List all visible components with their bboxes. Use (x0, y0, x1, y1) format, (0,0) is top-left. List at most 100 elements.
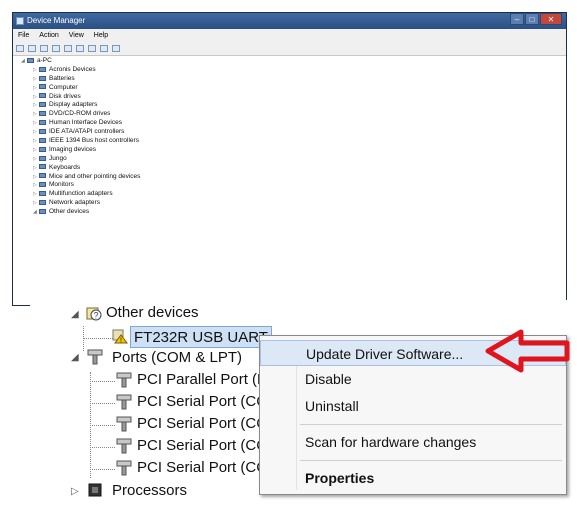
port-item[interactable]: PCI Serial Port (CC (137, 435, 267, 457)
tree-item[interactable]: ▷ Batteries (13, 75, 566, 84)
dvd-icon (39, 111, 46, 117)
menu-view[interactable]: View (64, 29, 89, 42)
menu-file[interactable]: File (13, 29, 34, 42)
tree-item[interactable]: ▷ Jungo (13, 155, 566, 164)
tree-item-label: Batteries (49, 74, 75, 82)
device-manager-window: Device Manager – □ ✕ File Action View He… (12, 12, 567, 306)
warning-device-icon: ! (112, 329, 128, 345)
unknown-device-icon: ? (86, 307, 102, 321)
monitor-icon (39, 182, 46, 188)
tree-root-label: a-PC (37, 57, 52, 64)
tree-item[interactable]: ▷ Display adapters (13, 101, 566, 110)
tree-item[interactable]: ▷ Disk drives (13, 93, 566, 102)
tree-item-label: Other devices (49, 208, 90, 216)
tree-item[interactable]: ▷ DVD/CD-ROM drives (13, 110, 566, 119)
keyboard-icon (39, 164, 46, 170)
imaging-icon (39, 146, 46, 152)
collapse-icon[interactable]: ◢ (71, 352, 79, 363)
update-driver-icon[interactable] (76, 45, 84, 52)
ft232r-usb-uart-item[interactable]: FT232R USB UART (130, 326, 272, 348)
tree-item[interactable]: ▷ Multifunction adapters (13, 190, 566, 199)
port-icon (116, 416, 132, 432)
tree-item[interactable]: ▷ Keyboards (13, 164, 566, 173)
menu-bar: File Action View Help (13, 29, 566, 42)
computer-icon (27, 57, 34, 63)
port-icon (116, 394, 132, 410)
expand-icon[interactable]: ▷ (71, 486, 79, 497)
disable-icon[interactable] (100, 45, 108, 52)
tree-item-label: DVD/CD-ROM drives (49, 110, 111, 118)
processors-category[interactable]: Processors (112, 480, 187, 502)
computer-icon (39, 84, 46, 90)
disk-icon (39, 93, 46, 99)
uninstall-menu-item[interactable]: Uninstall (260, 393, 566, 419)
tree-item[interactable]: ▷ Network adapters (13, 199, 566, 208)
tree-item-label: Computer (49, 83, 78, 91)
tree-item-label: Keyboards (49, 163, 81, 171)
port-icon (116, 372, 132, 388)
tree-item[interactable]: ▷ IEEE 1394 Bus host controllers (13, 137, 566, 146)
scan-hardware-changes-menu-item[interactable]: Scan for hardware changes (260, 429, 566, 455)
port-item[interactable]: PCI Serial Port (CC (137, 413, 267, 435)
menu-action[interactable]: Action (34, 29, 63, 42)
svg-text:?: ? (93, 311, 98, 321)
port-item[interactable]: PCI Serial Port (CC (137, 391, 267, 413)
tree-item-label: Imaging devices (49, 145, 96, 153)
menu-help[interactable]: Help (89, 29, 113, 42)
collapse-icon[interactable]: ◢ (71, 309, 79, 320)
show-hide-tree-icon[interactable] (40, 45, 48, 52)
tree-root[interactable]: ◢ a-PC (13, 57, 566, 66)
tree-item[interactable]: ▷ Human Interface Devices (13, 119, 566, 128)
tree-item-label: Jungo (49, 154, 67, 162)
port-icon (116, 438, 132, 454)
device-tree: ◢ a-PC ▷ Acronis Devices ▷ Batteries ▷ Compu… (13, 56, 566, 217)
ports-category[interactable]: Ports (COM & LPT) (112, 347, 242, 369)
multifunction-icon (39, 191, 46, 197)
toolbar (13, 42, 566, 56)
ide-icon (39, 128, 46, 134)
tree-item-label: IEEE 1394 Bus host controllers (49, 137, 139, 145)
tree-item[interactable]: ▷ Monitors (13, 181, 566, 190)
red-arrow-icon (485, 329, 570, 373)
device-icon (39, 66, 46, 72)
svg-text:!: ! (120, 338, 122, 345)
tree-item-label: Display adapters (49, 101, 98, 109)
ieee1394-icon (39, 137, 46, 143)
port-item[interactable]: PCI Parallel Port (L (137, 369, 265, 391)
tree-item-label: Acronis Devices (49, 65, 96, 73)
jungo-icon (39, 155, 46, 161)
other-devices-label[interactable]: Other devices (106, 302, 199, 324)
maximize-button[interactable]: □ (525, 13, 539, 25)
tree-item[interactable]: ▷ Imaging devices (13, 146, 566, 155)
display-icon (39, 102, 46, 108)
mouse-icon (39, 173, 46, 179)
unknown-device-icon (39, 208, 46, 214)
tree-item[interactable]: ▷ IDE ATA/ATAPI controllers (13, 128, 566, 137)
title-bar: Device Manager – □ ✕ (13, 13, 566, 29)
tree-item-label: Network adapters (49, 199, 100, 207)
battery-icon (39, 75, 46, 81)
minimize-button[interactable]: – (510, 13, 524, 25)
port-icon (116, 460, 132, 476)
port-icon (87, 349, 103, 365)
properties-icon[interactable] (52, 45, 60, 52)
close-button[interactable]: ✕ (540, 13, 562, 25)
tree-item[interactable]: ▷ Mice and other pointing devices (13, 173, 566, 182)
tree-item[interactable]: ◢ Other devices (13, 208, 566, 217)
help-icon[interactable] (64, 45, 72, 52)
uninstall-icon[interactable] (112, 45, 120, 52)
back-icon[interactable] (16, 45, 24, 52)
tree-item-label: Human Interface Devices (49, 119, 122, 127)
tree-item[interactable]: ▷ Computer (13, 84, 566, 93)
forward-icon[interactable] (28, 45, 36, 52)
tree-item-label: Monitors (49, 181, 74, 189)
properties-menu-item[interactable]: Properties (260, 465, 566, 491)
processor-icon (88, 483, 102, 497)
window-title: Device Manager (27, 16, 86, 25)
port-item[interactable]: PCI Serial Port (CC (137, 457, 267, 479)
hid-icon (39, 120, 46, 126)
tree-item-label: IDE ATA/ATAPI controllers (49, 128, 125, 136)
tree-item[interactable]: ▷ Acronis Devices (13, 66, 566, 75)
tree-item-label: Disk drives (49, 92, 81, 100)
scan-changes-icon[interactable] (88, 45, 96, 52)
